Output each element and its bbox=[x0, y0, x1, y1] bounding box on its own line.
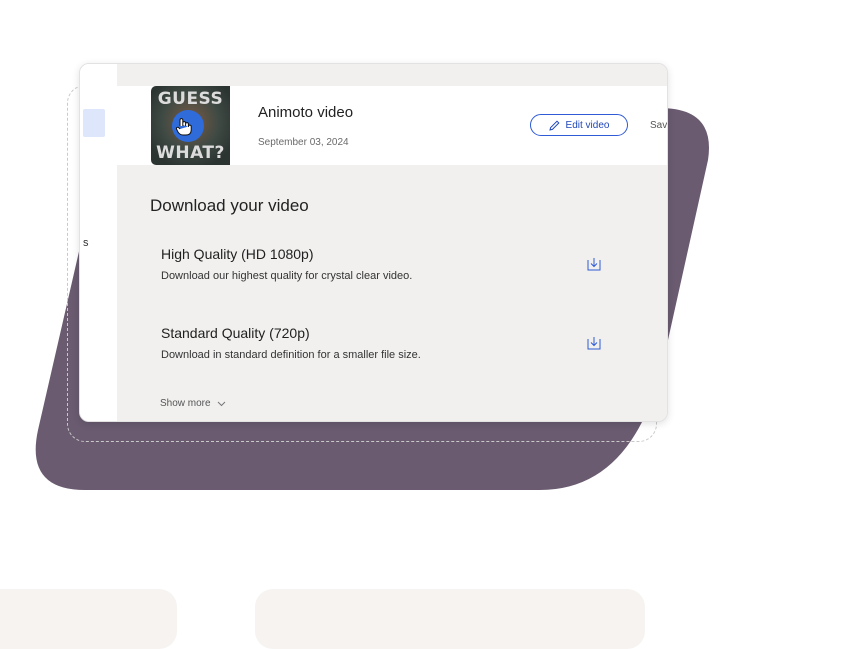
download-option-hd[interactable]: High Quality (HD 1080p) Download our hig… bbox=[161, 246, 621, 282]
show-more-button[interactable]: Show more bbox=[160, 398, 226, 409]
show-more-label: Show more bbox=[160, 398, 211, 409]
chevron-down-icon bbox=[217, 401, 225, 406]
thumbnail-text-bottom: WHAT? bbox=[156, 143, 225, 163]
video-thumbnail[interactable]: GUESS WHAT? bbox=[151, 86, 230, 165]
video-title: Animoto video bbox=[258, 104, 354, 121]
sidebar: s bbox=[80, 64, 117, 421]
hand-cursor-icon bbox=[175, 118, 192, 136]
edit-video-button[interactable]: Edit video bbox=[530, 114, 628, 136]
download-icon[interactable] bbox=[587, 256, 601, 271]
option-description: Download our highest quality for crystal… bbox=[161, 270, 413, 282]
bottom-card-right bbox=[255, 589, 645, 649]
pencil-icon bbox=[548, 119, 560, 131]
option-title: High Quality (HD 1080p) bbox=[161, 246, 314, 262]
bottom-card-left bbox=[0, 589, 177, 649]
download-icon[interactable] bbox=[587, 335, 601, 350]
edit-video-label: Edit video bbox=[565, 119, 610, 131]
option-title: Standard Quality (720p) bbox=[161, 325, 310, 341]
sidebar-partial-label: s bbox=[83, 237, 89, 249]
save-button[interactable]: Sav bbox=[650, 120, 667, 131]
download-option-sd[interactable]: Standard Quality (720p) Download in stan… bbox=[161, 325, 621, 361]
option-description: Download in standard definition for a sm… bbox=[161, 349, 421, 361]
thumbnail-text-top: GUESS bbox=[157, 89, 224, 109]
main-content: GUESS WHAT? Animoto video September 03, … bbox=[117, 64, 667, 421]
sidebar-selected-item[interactable] bbox=[83, 109, 105, 137]
video-date: September 03, 2024 bbox=[258, 137, 349, 148]
video-row: GUESS WHAT? Animoto video September 03, … bbox=[117, 86, 667, 165]
download-panel: s GUESS WHAT? Animoto video September 03… bbox=[79, 63, 668, 422]
download-heading: Download your video bbox=[150, 196, 309, 215]
